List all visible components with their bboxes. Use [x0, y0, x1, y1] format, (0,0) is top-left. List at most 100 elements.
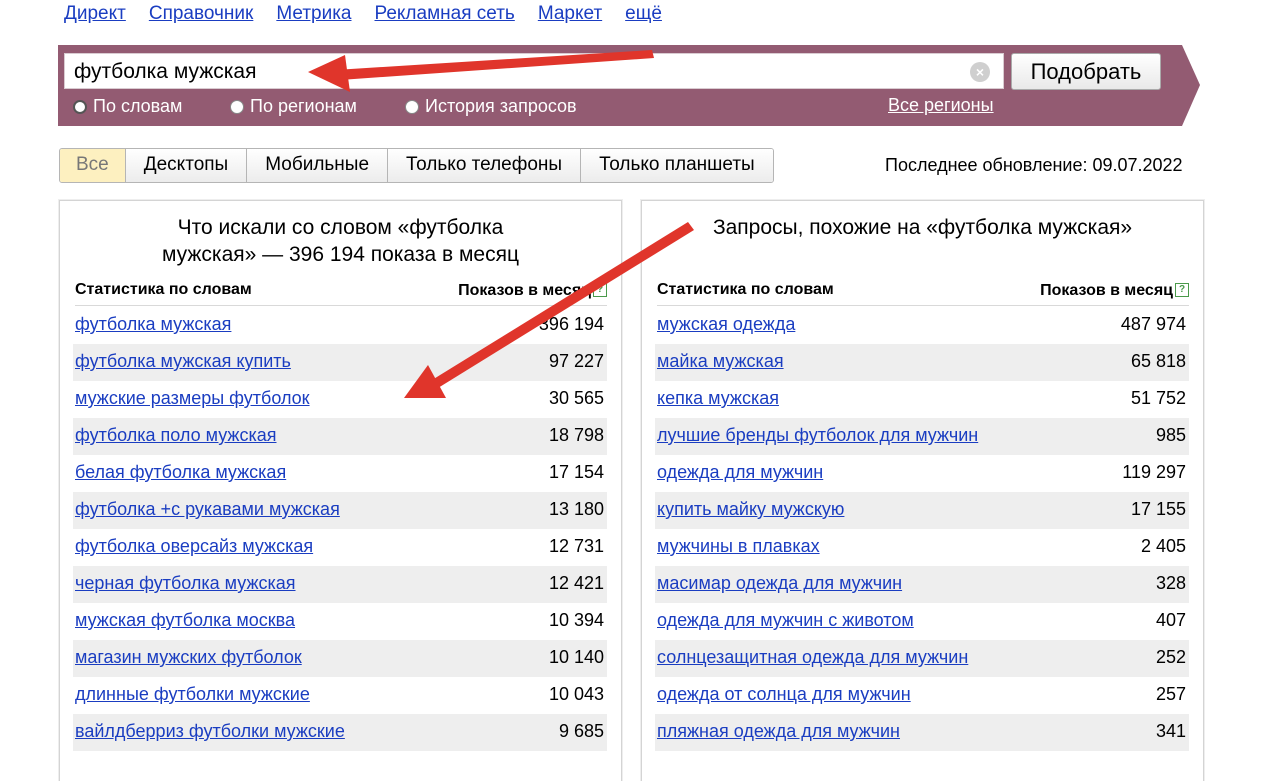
radio-dot [405, 99, 419, 114]
impressions-count: 12 731 [548, 536, 604, 556]
query-link[interactable]: футболка мужская [75, 314, 231, 335]
query-link[interactable]: футболка оверсайз мужская [75, 536, 313, 557]
query-link[interactable]: футболка мужская купить [75, 351, 291, 372]
radio-label-history: История запросов [425, 96, 577, 116]
search-input[interactable]: футболка мужская [64, 53, 1004, 89]
query-link[interactable]: пляжная одежда для мужчин [657, 721, 900, 742]
radio-history[interactable]: История запросов [405, 96, 577, 117]
panel-words: Что искали со словом «футболка мужская» … [59, 200, 622, 781]
header-words: Статистика по словам [75, 281, 252, 298]
query-link[interactable]: масимар одежда для мужчин [657, 573, 902, 594]
tab-phones-only[interactable]: Только телефоны [388, 149, 582, 182]
help-icon[interactable]: ? [593, 283, 607, 297]
impressions-count: 65 818 [1130, 351, 1186, 371]
all-regions-link[interactable]: Все регионы [888, 95, 994, 116]
table-row: кепка мужская 51 752 [655, 381, 1189, 418]
impressions-count: 10 140 [548, 647, 604, 667]
pick-button[interactable]: Подобрать [1011, 53, 1161, 90]
table-row: одежда для мужчин с животом 407 [655, 603, 1189, 640]
impressions-count: 17 155 [1130, 499, 1186, 519]
query-link[interactable]: мужская одежда [657, 314, 795, 335]
impressions-count: 51 752 [1130, 388, 1186, 408]
table-row: мужская одежда 487 974 [655, 307, 1189, 344]
query-link[interactable]: мужчины в плавках [657, 536, 820, 557]
table-row: магазин мужских футболок 10 140 [73, 640, 607, 677]
clear-icon[interactable]: × [970, 62, 990, 82]
query-link[interactable]: мужская футболка москва [75, 610, 295, 631]
impressions-count: 396 194 [538, 314, 604, 334]
header-words: Статистика по словам [657, 281, 834, 298]
table-header: Статистика по словам Показов в месяц ? [657, 281, 1189, 306]
tab-all[interactable]: Все [60, 149, 126, 182]
table-row: купить майку мужскую 17 155 [655, 492, 1189, 529]
table-row: футболка мужская 396 194 [73, 307, 607, 344]
table-row: мужчины в плавках 2 405 [655, 529, 1189, 566]
impressions-count: 407 [1155, 610, 1186, 630]
query-link[interactable]: одежда для мужчин [657, 462, 823, 483]
nav-reference[interactable]: Справочник [149, 3, 254, 25]
title-line-1: Что искали со словом «футболка [177, 216, 504, 239]
panel-title-similar: Запросы, похожие на «футболка мужская» [712, 216, 1133, 239]
header-impressions: Показов в месяц [1040, 282, 1173, 299]
query-link[interactable]: футболка +с рукавами мужская [75, 499, 340, 520]
radio-by-regions[interactable]: По регионам [230, 96, 357, 117]
table-row: мужские размеры футболок 30 565 [73, 381, 607, 418]
tab-desktops[interactable]: Десктопы [125, 149, 248, 182]
nav-direct[interactable]: Директ [64, 3, 126, 25]
words-list: футболка мужская 396 194 футболка мужская … [73, 307, 607, 751]
header-impressions: Показов в месяц [458, 282, 591, 299]
last-updated: Последнее обновление: 09.07.2022 [885, 155, 1183, 175]
table-row: майка мужская 65 818 [655, 344, 1189, 381]
impressions-count: 341 [1155, 721, 1186, 741]
impressions-count: 13 180 [548, 499, 604, 519]
table-row: футболка +с рукавами мужская 13 180 [73, 492, 607, 529]
impressions-count: 12 421 [548, 573, 604, 593]
radio-label-by-regions: По регионам [250, 96, 357, 116]
impressions-count: 97 227 [548, 351, 604, 371]
title-line-2: мужская» — 396 194 показа в месяц [161, 243, 520, 266]
table-row: одежда для мужчин 119 297 [655, 455, 1189, 492]
impressions-count: 328 [1155, 573, 1186, 593]
radio-by-words[interactable]: По словам [73, 96, 182, 117]
tab-mobile[interactable]: Мобильные [247, 149, 389, 182]
query-link[interactable]: одежда для мужчин с животом [657, 610, 914, 631]
query-link[interactable]: белая футболка мужская [75, 462, 286, 483]
table-row: пляжная одежда для мужчин 341 [655, 714, 1189, 751]
query-link[interactable]: лучшие бренды футболок для мужчин [657, 425, 978, 446]
table-row: мужская футболка москва 10 394 [73, 603, 607, 640]
table-row: вайлдберриз футболки мужские 9 685 [73, 714, 607, 751]
nav-ad-network[interactable]: Рекламная сеть [375, 3, 515, 25]
search-input-value: футболка мужская [74, 60, 257, 83]
panel-similar: Запросы, похожие на «футболка мужская» С… [641, 200, 1204, 781]
query-link[interactable]: одежда от солнца для мужчин [657, 684, 911, 705]
similar-list: мужская одежда 487 974 майка мужская 65 818… [655, 307, 1189, 751]
help-icon[interactable]: ? [1175, 283, 1189, 297]
radio-dot [230, 99, 244, 114]
tab-tablets-only[interactable]: Только планшеты [581, 149, 773, 182]
table-row: футболка поло мужская 18 798 [73, 418, 607, 455]
impressions-count: 10 043 [548, 684, 604, 704]
impressions-count: 257 [1155, 684, 1186, 704]
table-row: футболка мужская купить 97 227 [73, 344, 607, 381]
query-link[interactable]: кепка мужская [657, 388, 779, 409]
query-link[interactable]: мужские размеры футболок [75, 388, 310, 409]
query-link[interactable]: вайлдберриз футболки мужские [75, 721, 345, 742]
nav-market[interactable]: Маркет [538, 3, 602, 25]
query-link[interactable]: купить майку мужскую [657, 499, 844, 520]
query-link[interactable]: черная футболка мужская [75, 573, 296, 594]
radio-label-by-words: По словам [93, 96, 183, 116]
impressions-count: 985 [1155, 425, 1186, 445]
query-link[interactable]: футболка поло мужская [75, 425, 277, 446]
impressions-count: 252 [1155, 647, 1186, 667]
table-row: длинные футболки мужские 10 043 [73, 677, 607, 714]
query-link[interactable]: майка мужская [657, 351, 784, 372]
impressions-count: 9 685 [558, 721, 604, 741]
table-header: Статистика по словам Показов в месяц ? [75, 281, 607, 306]
nav-metrika[interactable]: Метрика [276, 3, 351, 25]
impressions-count: 10 394 [548, 610, 604, 630]
radio-dot-checked [73, 99, 87, 114]
nav-more[interactable]: ещё [625, 3, 662, 25]
query-link[interactable]: длинные футболки мужские [75, 684, 310, 705]
query-link[interactable]: солнцезащитная одежда для мужчин [657, 647, 968, 668]
query-link[interactable]: магазин мужских футболок [75, 647, 302, 668]
